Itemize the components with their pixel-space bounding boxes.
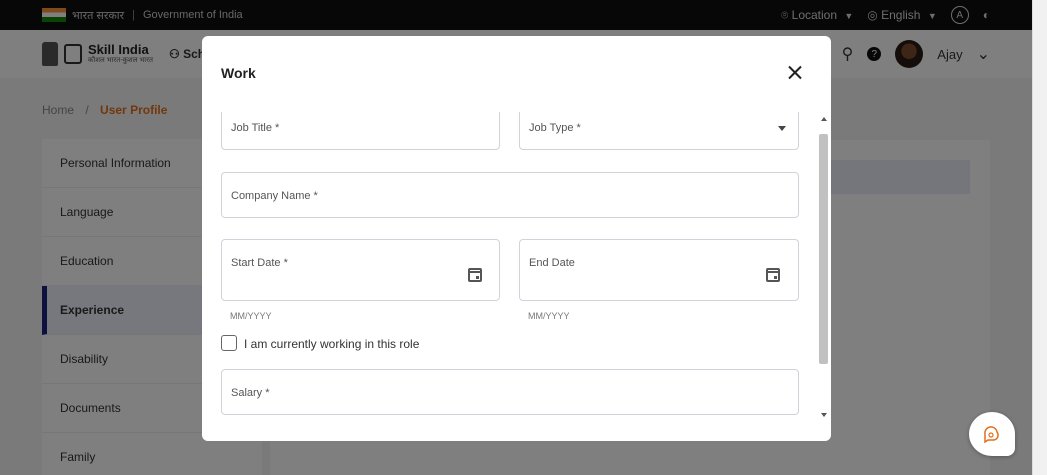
job-title-label: Job Title *: [231, 122, 280, 134]
scroll-up-arrow-icon[interactable]: [821, 117, 827, 121]
dropdown-arrow-icon: [778, 126, 786, 131]
current-role-label[interactable]: I am currently working in this role: [244, 337, 419, 351]
chat-icon: [984, 426, 999, 443]
company-name-field[interactable]: Company Name *: [221, 172, 799, 218]
calendar-icon[interactable]: [766, 268, 780, 282]
modal-body: Job Title * Job Type * Company Name * St…: [221, 112, 799, 417]
start-date-label: Start Date *: [231, 257, 288, 269]
calendar-icon[interactable]: [468, 268, 482, 282]
job-title-field[interactable]: Job Title *: [221, 112, 500, 150]
scroll-down-arrow-icon[interactable]: [821, 413, 827, 417]
modal-title: Work: [221, 65, 256, 81]
scrollbar-thumb[interactable]: [819, 134, 828, 364]
close-icon[interactable]: [785, 63, 805, 83]
salary-label: Salary *: [231, 387, 270, 399]
chat-support-button[interactable]: [969, 412, 1015, 456]
end-date-hint: MM/YYYY: [528, 311, 570, 321]
end-date-label: End Date: [529, 257, 575, 269]
job-type-label: Job Type *: [529, 122, 581, 134]
company-name-label: Company Name *: [231, 190, 318, 202]
start-date-field[interactable]: Start Date *: [221, 239, 500, 301]
modal-scrollbar[interactable]: [818, 112, 829, 420]
salary-field[interactable]: Salary *: [221, 369, 799, 415]
start-date-hint: MM/YYYY: [230, 311, 272, 321]
end-date-field[interactable]: End Date: [519, 239, 799, 301]
current-role-checkbox[interactable]: [221, 335, 237, 351]
work-modal: Work Job Title * Job Type * Company Name…: [202, 36, 831, 441]
job-type-select[interactable]: Job Type *: [519, 112, 799, 150]
page-scrollbar[interactable]: [1032, 0, 1047, 475]
